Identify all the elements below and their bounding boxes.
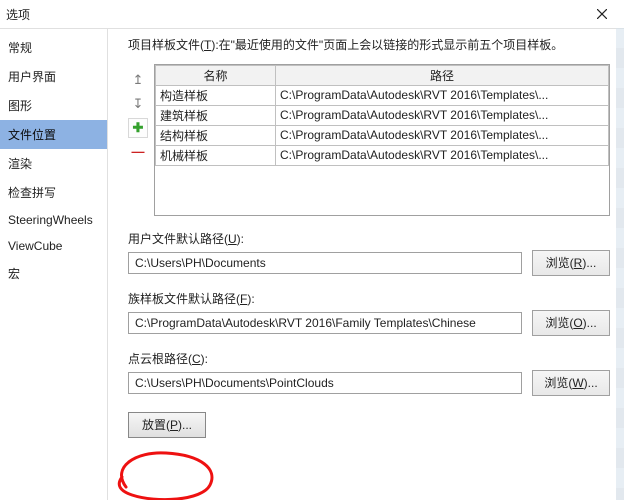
sidebar-item-spellcheck[interactable]: 检查拼写 [0, 178, 107, 207]
table-row[interactable]: 结构样板C:\ProgramData\Autodesk\RVT 2016\Tem… [156, 125, 609, 145]
cell-name[interactable]: 结构样板 [156, 125, 276, 145]
right-edge-decoration [616, 28, 624, 500]
title-bar: 选项 [0, 0, 624, 29]
sidebar-item-label: 用户界面 [8, 70, 56, 84]
annotation-circle [106, 447, 226, 500]
window-title: 选项 [6, 6, 30, 23]
sidebar-item-label: SteeringWheels [8, 213, 93, 227]
cell-path[interactable]: C:\ProgramData\Autodesk\RVT 2016\Templat… [276, 125, 609, 145]
move-down-button[interactable]: ↧ [128, 94, 148, 114]
main-panel: 项目样板文件(T):在"最近使用的文件"页面上会以链接的形式显示前五个项目样板。… [108, 29, 624, 500]
user-files-label: 用户文件默认路径(U): [128, 230, 610, 247]
minus-icon: — [132, 144, 145, 159]
sidebar-item-label: 图形 [8, 99, 32, 113]
sidebar-item-ui[interactable]: 用户界面 [0, 62, 107, 91]
close-button[interactable] [586, 3, 618, 25]
browse-point-cloud-button[interactable]: 浏览(W)... [532, 370, 610, 396]
add-template-button[interactable]: ✚ [128, 118, 148, 138]
remove-template-button[interactable]: — [128, 142, 148, 162]
cell-name[interactable]: 构造样板 [156, 85, 276, 105]
templates-table[interactable]: 名称 路径 构造样板C:\ProgramData\Autodesk\RVT 20… [155, 65, 609, 166]
sidebar-item-file-locations[interactable]: 文件位置 [0, 120, 107, 149]
browse-user-files-button[interactable]: 浏览(R)... [532, 250, 610, 276]
table-row[interactable]: 机械样板C:\ProgramData\Autodesk\RVT 2016\Tem… [156, 145, 609, 165]
col-header-path[interactable]: 路径 [276, 65, 609, 85]
close-icon [597, 9, 607, 19]
browse-family-templates-button[interactable]: 浏览(O)... [532, 310, 610, 336]
sidebar-item-macros[interactable]: 宏 [0, 259, 107, 288]
cell-path[interactable]: C:\ProgramData\Autodesk\RVT 2016\Templat… [276, 85, 609, 105]
plus-icon: ✚ [133, 120, 144, 136]
template-tools: ↥ ↧ ✚ — [128, 64, 148, 216]
arrow-down-icon: ↧ [133, 96, 144, 112]
sidebar-item-label: 渲染 [8, 157, 32, 171]
move-up-button[interactable]: ↥ [128, 70, 148, 90]
table-row[interactable]: 建筑样板C:\ProgramData\Autodesk\RVT 2016\Tem… [156, 105, 609, 125]
family-templates-label: 族样板文件默认路径(F): [128, 290, 610, 307]
sidebar-item-label: 文件位置 [8, 128, 56, 142]
templates-description: 项目样板文件(T):在"最近使用的文件"页面上会以链接的形式显示前五个项目样板。 [128, 37, 610, 54]
user-files-path-input[interactable] [128, 252, 522, 274]
point-cloud-label: 点云根路径(C): [128, 350, 610, 367]
cell-name[interactable]: 建筑样板 [156, 105, 276, 125]
point-cloud-path-input[interactable] [128, 372, 522, 394]
sidebar-item-label: 常规 [8, 41, 32, 55]
col-header-name[interactable]: 名称 [156, 65, 276, 85]
sidebar-item-render[interactable]: 渲染 [0, 149, 107, 178]
sidebar-item-general[interactable]: 常规 [0, 33, 107, 62]
places-button[interactable]: 放置(P)... [128, 412, 206, 438]
sidebar-item-graphics[interactable]: 图形 [0, 91, 107, 120]
sidebar-item-steeringwheels[interactable]: SteeringWheels [0, 207, 107, 233]
table-row[interactable]: 构造样板C:\ProgramData\Autodesk\RVT 2016\Tem… [156, 85, 609, 105]
templates-table-container: 名称 路径 构造样板C:\ProgramData\Autodesk\RVT 20… [154, 64, 610, 216]
cell-path[interactable]: C:\ProgramData\Autodesk\RVT 2016\Templat… [276, 105, 609, 125]
cell-path[interactable]: C:\ProgramData\Autodesk\RVT 2016\Templat… [276, 145, 609, 165]
sidebar-item-label: 检查拼写 [8, 186, 56, 200]
sidebar: 常规 用户界面 图形 文件位置 渲染 检查拼写 SteeringWheels V… [0, 29, 108, 500]
cell-name[interactable]: 机械样板 [156, 145, 276, 165]
family-templates-path-input[interactable] [128, 312, 522, 334]
sidebar-item-viewcube[interactable]: ViewCube [0, 233, 107, 259]
sidebar-item-label: ViewCube [8, 239, 62, 253]
sidebar-item-label: 宏 [8, 267, 20, 281]
arrow-up-icon: ↥ [133, 72, 144, 88]
